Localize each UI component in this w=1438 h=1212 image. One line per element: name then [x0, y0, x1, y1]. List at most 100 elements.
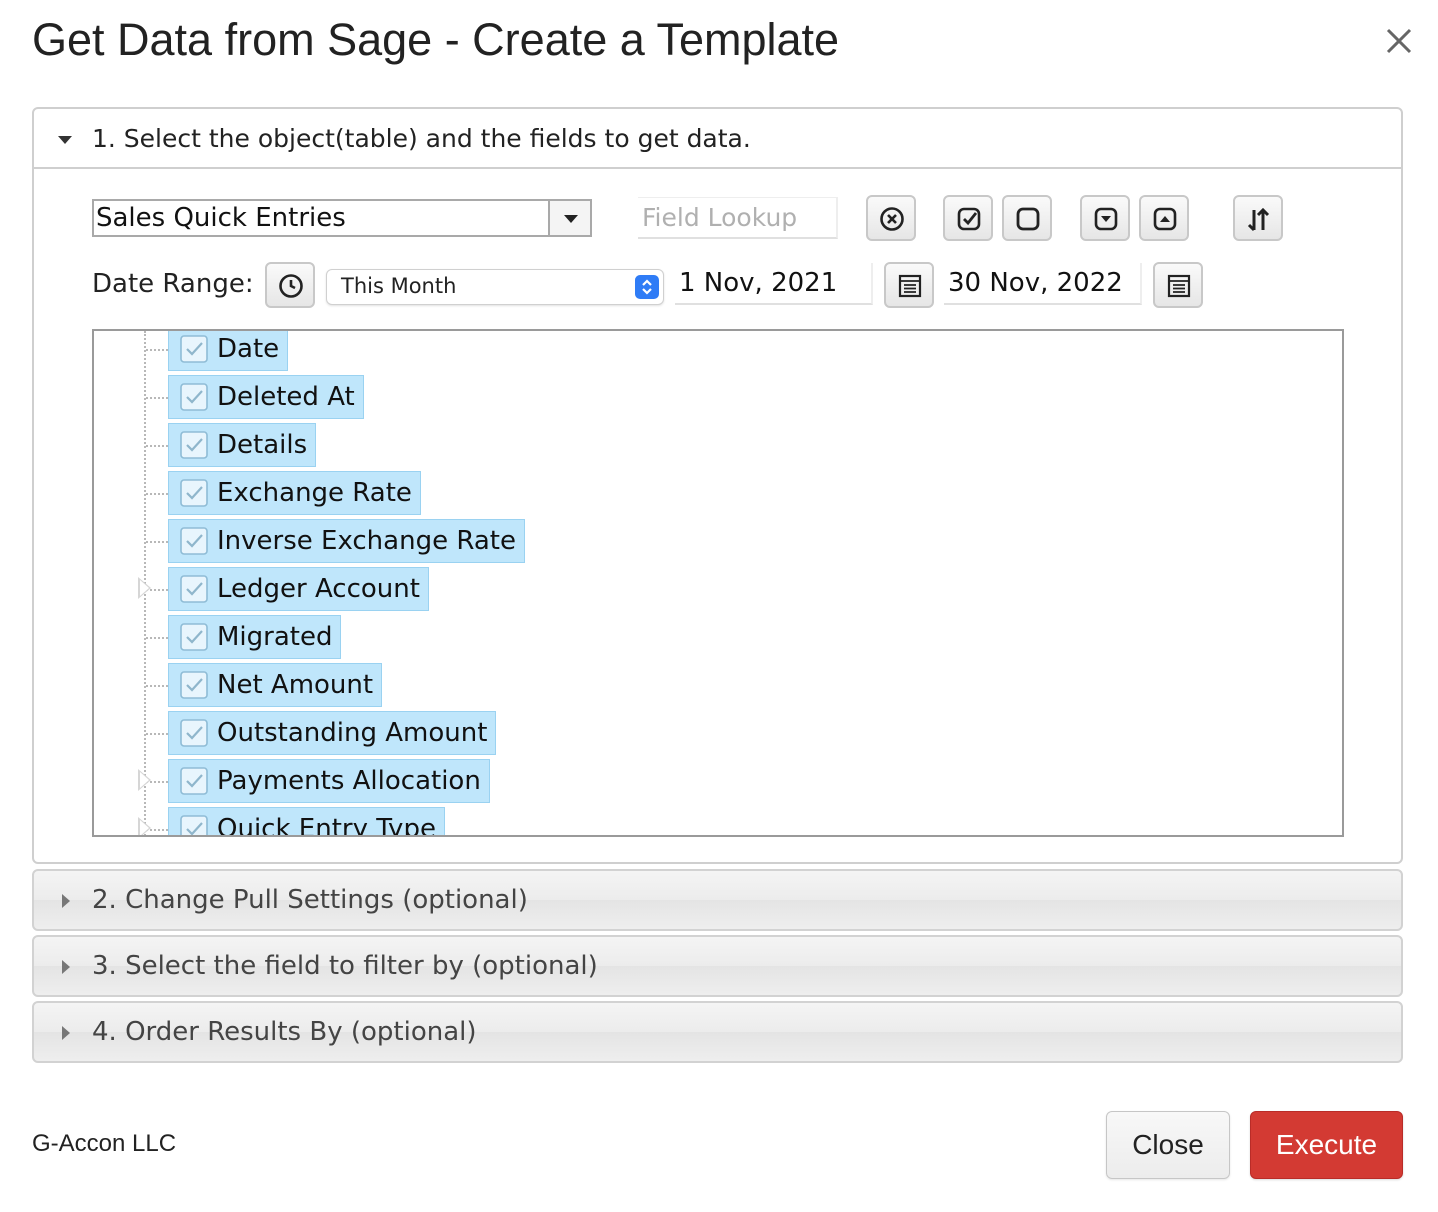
- object-select[interactable]: Sales Quick Entries: [92, 199, 592, 237]
- uncheck-all-button[interactable]: [1002, 195, 1052, 241]
- tree-row: Migrated: [94, 613, 1342, 661]
- field-item[interactable]: Net Amount: [168, 663, 383, 707]
- calendar-icon: [898, 274, 922, 298]
- field-lookup-input[interactable]: [638, 197, 838, 239]
- expand-arrow-icon[interactable]: [138, 817, 151, 835]
- section-1-title: 1. Select the object(table) and the fiel…: [92, 124, 751, 153]
- tree-connector: [146, 493, 168, 495]
- checkbox-checked-icon[interactable]: [179, 718, 209, 748]
- execute-button[interactable]: Execute: [1250, 1111, 1403, 1179]
- section-order-results[interactable]: 4. Order Results By (optional): [32, 1001, 1403, 1063]
- check-all-icon: [957, 207, 981, 231]
- end-date-field[interactable]: 30 Nov, 2022: [944, 263, 1142, 305]
- tree-row: Exchange Rate: [94, 469, 1342, 517]
- tree-connector: [146, 397, 168, 399]
- checkbox-checked-icon[interactable]: [179, 814, 209, 835]
- collapse-triangle-icon: [58, 136, 72, 144]
- checkbox-checked-icon[interactable]: [179, 382, 209, 412]
- tree-connector: [146, 733, 168, 735]
- brand-label: G-Accon LLC: [32, 1130, 177, 1157]
- end-date-picker-button[interactable]: [1153, 262, 1203, 308]
- field-label: Date: [217, 334, 280, 364]
- sort-button[interactable]: [1233, 195, 1283, 241]
- expand-triangle-icon: [62, 1026, 70, 1040]
- tree-connector: [146, 445, 168, 447]
- field-label: Quick Entry Type: [217, 814, 436, 837]
- section-4-title: 4. Order Results By (optional): [92, 1017, 477, 1047]
- tree-row: Inverse Exchange Rate: [94, 517, 1342, 565]
- collapse-all-button[interactable]: [1080, 195, 1130, 241]
- start-date-field[interactable]: 1 Nov, 2021: [675, 263, 873, 305]
- field-item[interactable]: Quick Entry Type: [168, 807, 445, 837]
- tree-row: Deleted At: [94, 373, 1342, 421]
- expand-triangle-icon: [62, 894, 70, 908]
- dialog-title: Get Data from Sage - Create a Template: [32, 14, 840, 65]
- checkbox-checked-icon[interactable]: [179, 478, 209, 508]
- field-item[interactable]: Date: [168, 331, 289, 371]
- section-select-object: 1. Select the object(table) and the fiel…: [32, 107, 1403, 864]
- field-label: Details: [217, 430, 308, 460]
- field-item[interactable]: Outstanding Amount: [168, 711, 497, 755]
- date-range-toggle-button[interactable]: [265, 262, 315, 308]
- field-item[interactable]: Payments Allocation: [168, 759, 490, 803]
- tree-row: Outstanding Amount: [94, 709, 1342, 757]
- field-label: Exchange Rate: [217, 478, 412, 508]
- checkbox-checked-icon[interactable]: [179, 766, 209, 796]
- clear-lookup-button[interactable]: [866, 195, 916, 241]
- expand-arrow-icon[interactable]: [138, 577, 151, 599]
- field-label: Net Amount: [217, 670, 374, 700]
- field-label: Deleted At: [217, 382, 355, 412]
- chevron-down-icon[interactable]: [548, 201, 590, 235]
- section-filter-field[interactable]: 3. Select the field to filter by (option…: [32, 935, 1403, 997]
- field-label: Ledger Account: [217, 574, 420, 604]
- clear-icon: [880, 207, 904, 231]
- field-item[interactable]: Migrated: [168, 615, 342, 659]
- field-item[interactable]: Inverse Exchange Rate: [168, 519, 525, 563]
- expand-icon: [1153, 207, 1177, 231]
- stepper-icon: [635, 275, 659, 299]
- tree-row: Net Amount: [94, 661, 1342, 709]
- section-2-title: 2. Change Pull Settings (optional): [92, 885, 528, 915]
- checkbox-checked-icon[interactable]: [179, 526, 209, 556]
- checkbox-checked-icon[interactable]: [179, 622, 209, 652]
- tree-row: Ledger Account: [94, 565, 1342, 613]
- field-tree[interactable]: Date Deleted At Details Exchange Rate Invers…: [92, 329, 1344, 837]
- checkbox-checked-icon[interactable]: [179, 430, 209, 460]
- sort-icon: [1247, 207, 1270, 232]
- check-all-button[interactable]: [943, 195, 993, 241]
- tree-connector: [146, 349, 168, 351]
- field-label: Inverse Exchange Rate: [217, 526, 516, 556]
- expand-triangle-icon: [62, 960, 70, 974]
- checkbox-checked-icon[interactable]: [179, 670, 209, 700]
- date-preset-select[interactable]: This Month: [326, 269, 664, 305]
- field-item[interactable]: Deleted At: [168, 375, 364, 419]
- tree-row: Date: [94, 331, 1342, 373]
- tree-connector: [146, 637, 168, 639]
- section-1-header[interactable]: 1. Select the object(table) and the fiel…: [34, 109, 1401, 169]
- tree-row: Quick Entry Type: [94, 805, 1342, 837]
- field-label: Migrated: [217, 622, 333, 652]
- tree-row: Payments Allocation: [94, 757, 1342, 805]
- uncheck-all-icon: [1016, 207, 1040, 231]
- field-item[interactable]: Exchange Rate: [168, 471, 421, 515]
- checkbox-checked-icon[interactable]: [179, 574, 209, 604]
- section-pull-settings[interactable]: 2. Change Pull Settings (optional): [32, 869, 1403, 931]
- field-item[interactable]: Ledger Account: [168, 567, 429, 611]
- date-range-label: Date Range:: [92, 269, 254, 299]
- close-button[interactable]: Close: [1106, 1111, 1230, 1179]
- tree-row: Details: [94, 421, 1342, 469]
- close-icon[interactable]: [1382, 24, 1416, 58]
- calendar-icon: [1167, 274, 1191, 298]
- object-select-value: Sales Quick Entries: [96, 203, 346, 233]
- date-preset-value: This Month: [341, 274, 457, 298]
- expand-all-button[interactable]: [1139, 195, 1189, 241]
- tree-connector: [146, 685, 168, 687]
- clock-icon: [279, 274, 303, 298]
- start-date-picker-button[interactable]: [884, 262, 934, 308]
- field-item[interactable]: Details: [168, 423, 317, 467]
- tree-connector: [146, 541, 168, 543]
- expand-arrow-icon[interactable]: [138, 769, 151, 791]
- checkbox-checked-icon[interactable]: [179, 334, 209, 364]
- field-label: Payments Allocation: [217, 766, 481, 796]
- collapse-icon: [1094, 207, 1118, 231]
